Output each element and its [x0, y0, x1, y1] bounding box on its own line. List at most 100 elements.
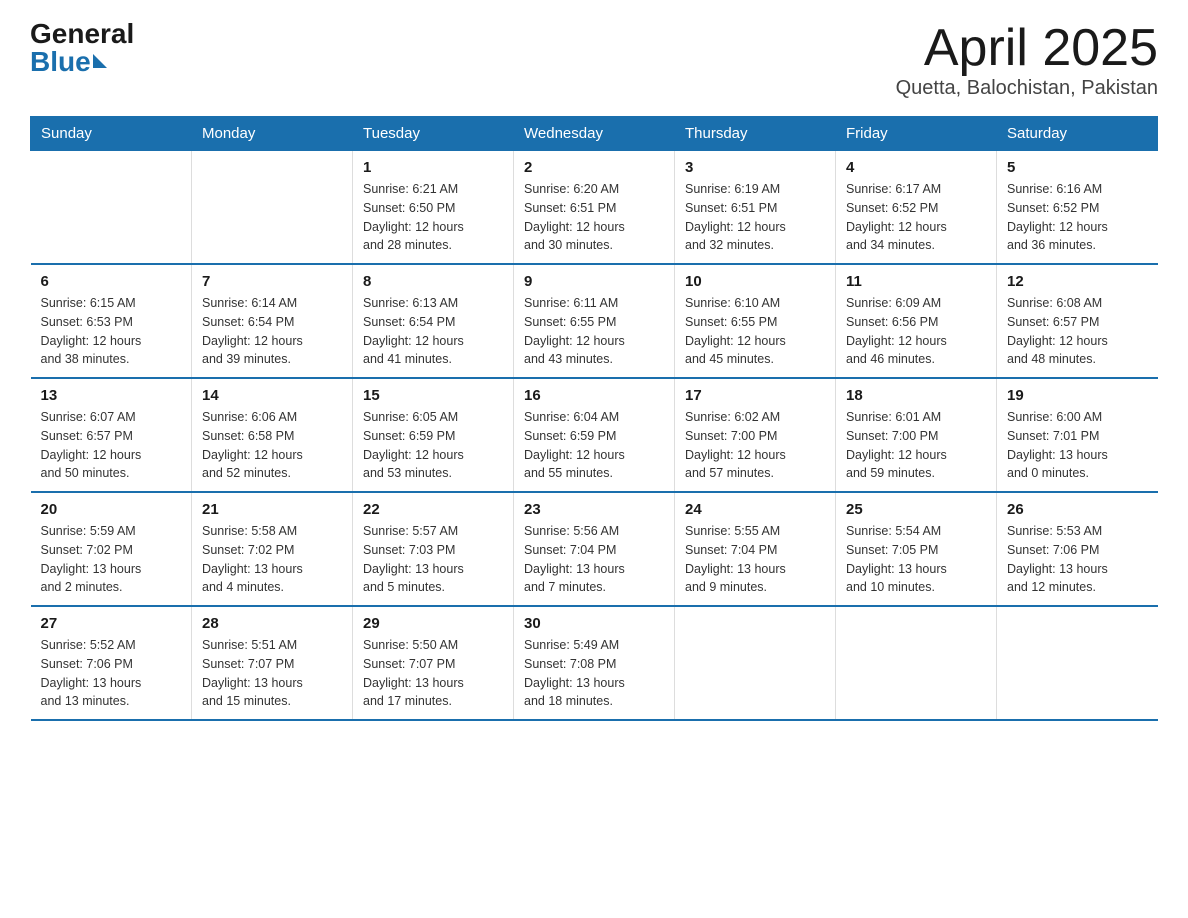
header-friday: Friday — [836, 117, 997, 151]
calendar-cell: 11 Sunrise: 6:09 AMSunset: 6:56 PMDayligh… — [836, 264, 997, 378]
logo-general-text: General — [30, 20, 134, 48]
header-sunday: Sunday — [31, 117, 192, 151]
calendar-cell: 5Sunrise: 6:16 AMSunset: 6:52 PMDaylight… — [997, 151, 1158, 265]
day-info: Sunrise: 6:01 AMSunset: 7:00 PMDaylight:… — [846, 408, 986, 483]
day-number: 20 — [41, 501, 182, 518]
calendar-cell: 18 Sunrise: 6:01 AMSunset: 7:00 PMDayligh… — [836, 378, 997, 492]
day-number: 4 — [846, 159, 986, 176]
day-number: 16 — [524, 387, 664, 404]
calendar-cell — [31, 151, 192, 265]
day-number: 7 — [202, 273, 342, 290]
day-info: Sunrise: 6:13 AMSunset: 6:54 PMDaylight:… — [363, 294, 503, 369]
day-info: Sunrise: 5:54 AMSunset: 7:05 PMDaylight:… — [846, 522, 986, 597]
day-number: 23 — [524, 501, 664, 518]
calendar-cell — [192, 151, 353, 265]
day-number: 26 — [1007, 501, 1148, 518]
day-number: 8 — [363, 273, 503, 290]
calendar-table: Sunday Monday Tuesday Wednesday Thursday… — [30, 116, 1158, 721]
day-info: Sunrise: 5:50 AMSunset: 7:07 PMDaylight:… — [363, 636, 503, 711]
calendar-cell: 3 Sunrise: 6:19 AMSunset: 6:51 PMDaylight… — [675, 151, 836, 265]
day-info: Sunrise: 6:09 AMSunset: 6:56 PMDaylight:… — [846, 294, 986, 369]
day-number: 12 — [1007, 273, 1148, 290]
calendar-cell: 9 Sunrise: 6:11 AMSunset: 6:55 PMDaylight… — [514, 264, 675, 378]
calendar-cell: 22 Sunrise: 5:57 AMSunset: 7:03 PMDayligh… — [353, 492, 514, 606]
day-number: 14 — [202, 387, 342, 404]
day-number: 21 — [202, 501, 342, 518]
day-info: Sunrise: 6:14 AMSunset: 6:54 PMDaylight:… — [202, 294, 342, 369]
month-title: April 2025 — [896, 20, 1158, 77]
header-tuesday: Tuesday — [353, 117, 514, 151]
calendar-cell: 26 Sunrise: 5:53 AMSunset: 7:06 PMDayligh… — [997, 492, 1158, 606]
header-saturday: Saturday — [997, 117, 1158, 151]
day-number: 25 — [846, 501, 986, 518]
week-row-1: 1Sunrise: 6:21 AMSunset: 6:50 PMDaylight… — [31, 151, 1158, 265]
day-info: Sunrise: 6:11 AMSunset: 6:55 PMDaylight:… — [524, 294, 664, 369]
logo-triangle-icon — [93, 54, 107, 68]
calendar-cell: 16 Sunrise: 6:04 AMSunset: 6:59 PMDayligh… — [514, 378, 675, 492]
day-info: Sunrise: 5:57 AMSunset: 7:03 PMDaylight:… — [363, 522, 503, 597]
calendar-cell: 27Sunrise: 5:52 AMSunset: 7:06 PMDayligh… — [31, 606, 192, 720]
day-info: Sunrise: 6:04 AMSunset: 6:59 PMDaylight:… — [524, 408, 664, 483]
day-info: Sunrise: 6:15 AMSunset: 6:53 PMDaylight:… — [41, 294, 182, 369]
day-info: Sunrise: 6:16 AMSunset: 6:52 PMDaylight:… — [1007, 180, 1148, 255]
day-number: 10 — [685, 273, 825, 290]
day-info: Sunrise: 6:19 AMSunset: 6:51 PMDaylight:… — [685, 180, 825, 255]
day-number: 2 — [524, 159, 664, 176]
day-info: Sunrise: 5:53 AMSunset: 7:06 PMDaylight:… — [1007, 522, 1148, 597]
calendar-body: 1Sunrise: 6:21 AMSunset: 6:50 PMDaylight… — [31, 151, 1158, 721]
day-info: Sunrise: 6:02 AMSunset: 7:00 PMDaylight:… — [685, 408, 825, 483]
calendar-cell: 21 Sunrise: 5:58 AMSunset: 7:02 PMDayligh… — [192, 492, 353, 606]
day-number: 9 — [524, 273, 664, 290]
day-number: 19 — [1007, 387, 1148, 404]
calendar-cell: 23Sunrise: 5:56 AMSunset: 7:04 PMDayligh… — [514, 492, 675, 606]
day-info: Sunrise: 6:05 AMSunset: 6:59 PMDaylight:… — [363, 408, 503, 483]
calendar-cell: 28Sunrise: 5:51 AMSunset: 7:07 PMDayligh… — [192, 606, 353, 720]
day-info: Sunrise: 6:00 AMSunset: 7:01 PMDaylight:… — [1007, 408, 1148, 483]
calendar-header: Sunday Monday Tuesday Wednesday Thursday… — [31, 117, 1158, 151]
day-info: Sunrise: 5:55 AMSunset: 7:04 PMDaylight:… — [685, 522, 825, 597]
week-row-4: 20Sunrise: 5:59 AMSunset: 7:02 PMDayligh… — [31, 492, 1158, 606]
calendar-cell: 12Sunrise: 6:08 AMSunset: 6:57 PMDayligh… — [997, 264, 1158, 378]
header-thursday: Thursday — [675, 117, 836, 151]
day-info: Sunrise: 5:49 AMSunset: 7:08 PMDaylight:… — [524, 636, 664, 711]
logo-blue-text: Blue — [30, 48, 91, 76]
calendar-cell: 1Sunrise: 6:21 AMSunset: 6:50 PMDaylight… — [353, 151, 514, 265]
day-info: Sunrise: 6:06 AMSunset: 6:58 PMDaylight:… — [202, 408, 342, 483]
day-info: Sunrise: 5:58 AMSunset: 7:02 PMDaylight:… — [202, 522, 342, 597]
calendar-cell: 14 Sunrise: 6:06 AMSunset: 6:58 PMDayligh… — [192, 378, 353, 492]
calendar-cell: 29 Sunrise: 5:50 AMSunset: 7:07 PMDayligh… — [353, 606, 514, 720]
header-wednesday: Wednesday — [514, 117, 675, 151]
week-row-2: 6Sunrise: 6:15 AMSunset: 6:53 PMDaylight… — [31, 264, 1158, 378]
day-number: 3 — [685, 159, 825, 176]
page-header: General Blue April 2025 Quetta, Balochis… — [30, 20, 1158, 100]
location-title: Quetta, Balochistan, Pakistan — [896, 77, 1158, 100]
calendar-cell: 30 Sunrise: 5:49 AMSunset: 7:08 PMDayligh… — [514, 606, 675, 720]
calendar-cell: 20Sunrise: 5:59 AMSunset: 7:02 PMDayligh… — [31, 492, 192, 606]
day-number: 18 — [846, 387, 986, 404]
day-number: 17 — [685, 387, 825, 404]
day-info: Sunrise: 6:17 AMSunset: 6:52 PMDaylight:… — [846, 180, 986, 255]
calendar-cell: 19 Sunrise: 6:00 AMSunset: 7:01 PMDayligh… — [997, 378, 1158, 492]
day-number: 22 — [363, 501, 503, 518]
day-info: Sunrise: 6:21 AMSunset: 6:50 PMDaylight:… — [363, 180, 503, 255]
header-row: Sunday Monday Tuesday Wednesday Thursday… — [31, 117, 1158, 151]
calendar-cell: 7 Sunrise: 6:14 AMSunset: 6:54 PMDaylight… — [192, 264, 353, 378]
day-number: 11 — [846, 273, 986, 290]
day-info: Sunrise: 5:51 AMSunset: 7:07 PMDaylight:… — [202, 636, 342, 711]
day-number: 24 — [685, 501, 825, 518]
title-block: April 2025 Quetta, Balochistan, Pakistan — [896, 20, 1158, 100]
calendar-cell: 8 Sunrise: 6:13 AMSunset: 6:54 PMDaylight… — [353, 264, 514, 378]
calendar-cell — [997, 606, 1158, 720]
calendar-cell: 4 Sunrise: 6:17 AMSunset: 6:52 PMDaylight… — [836, 151, 997, 265]
day-number: 29 — [363, 615, 503, 632]
day-info: Sunrise: 5:52 AMSunset: 7:06 PMDaylight:… — [41, 636, 182, 711]
calendar-cell: 24 Sunrise: 5:55 AMSunset: 7:04 PMDayligh… — [675, 492, 836, 606]
day-info: Sunrise: 6:20 AMSunset: 6:51 PMDaylight:… — [524, 180, 664, 255]
week-row-5: 27Sunrise: 5:52 AMSunset: 7:06 PMDayligh… — [31, 606, 1158, 720]
header-monday: Monday — [192, 117, 353, 151]
calendar-cell: 15 Sunrise: 6:05 AMSunset: 6:59 PMDayligh… — [353, 378, 514, 492]
calendar-cell: 2 Sunrise: 6:20 AMSunset: 6:51 PMDaylight… — [514, 151, 675, 265]
day-number: 15 — [363, 387, 503, 404]
calendar-cell: 25 Sunrise: 5:54 AMSunset: 7:05 PMDayligh… — [836, 492, 997, 606]
day-number: 30 — [524, 615, 664, 632]
